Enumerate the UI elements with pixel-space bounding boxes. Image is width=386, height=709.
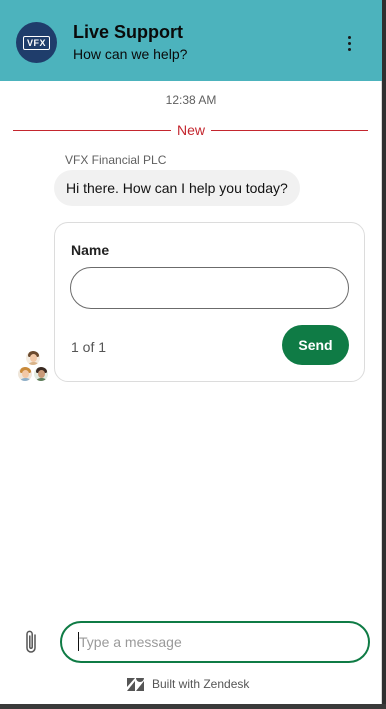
header-subtitle: How can we help?	[73, 46, 188, 62]
agent-avatars	[16, 350, 50, 384]
text-caret	[78, 632, 79, 651]
form-pager: 1 of 1	[71, 339, 107, 355]
new-messages-divider: New	[176, 122, 205, 138]
brand-logo: VFX	[16, 22, 57, 63]
name-field-label: Name	[71, 242, 110, 258]
message-text: Hi there. How can I help you today?	[66, 180, 288, 196]
new-divider-line-left	[13, 130, 171, 131]
built-with-zendesk-link[interactable]: Built with Zendesk	[127, 676, 249, 692]
zendesk-logo-icon	[127, 677, 144, 691]
kebab-menu-icon[interactable]	[336, 30, 362, 56]
agent-avatar	[25, 350, 41, 366]
send-button[interactable]: Send	[282, 325, 349, 365]
name-form-card: Name 1 of 1 Send	[54, 222, 365, 382]
message-input[interactable]	[60, 621, 370, 663]
chat-widget: VFX Live Support How can we help? 12:38 …	[0, 0, 382, 709]
sender-name: VFX Financial PLC	[65, 153, 167, 167]
header-title: Live Support	[73, 22, 184, 42]
message-timestamp: 12:38 AM	[165, 93, 217, 107]
agent-avatar	[17, 366, 33, 382]
background-edge	[378, 34, 386, 56]
name-field[interactable]	[70, 267, 349, 309]
agent-avatar	[33, 366, 49, 382]
built-with-zendesk-text: Built with Zendesk	[152, 677, 250, 691]
message-bubble: Hi there. How can I help you today?	[54, 170, 300, 206]
chat-header: VFX Live Support How can we help?	[0, 0, 382, 81]
new-divider-line-right	[211, 130, 368, 131]
background-strip	[0, 704, 386, 709]
paperclip-icon[interactable]	[20, 628, 44, 656]
brand-logo-text: VFX	[22, 35, 50, 50]
